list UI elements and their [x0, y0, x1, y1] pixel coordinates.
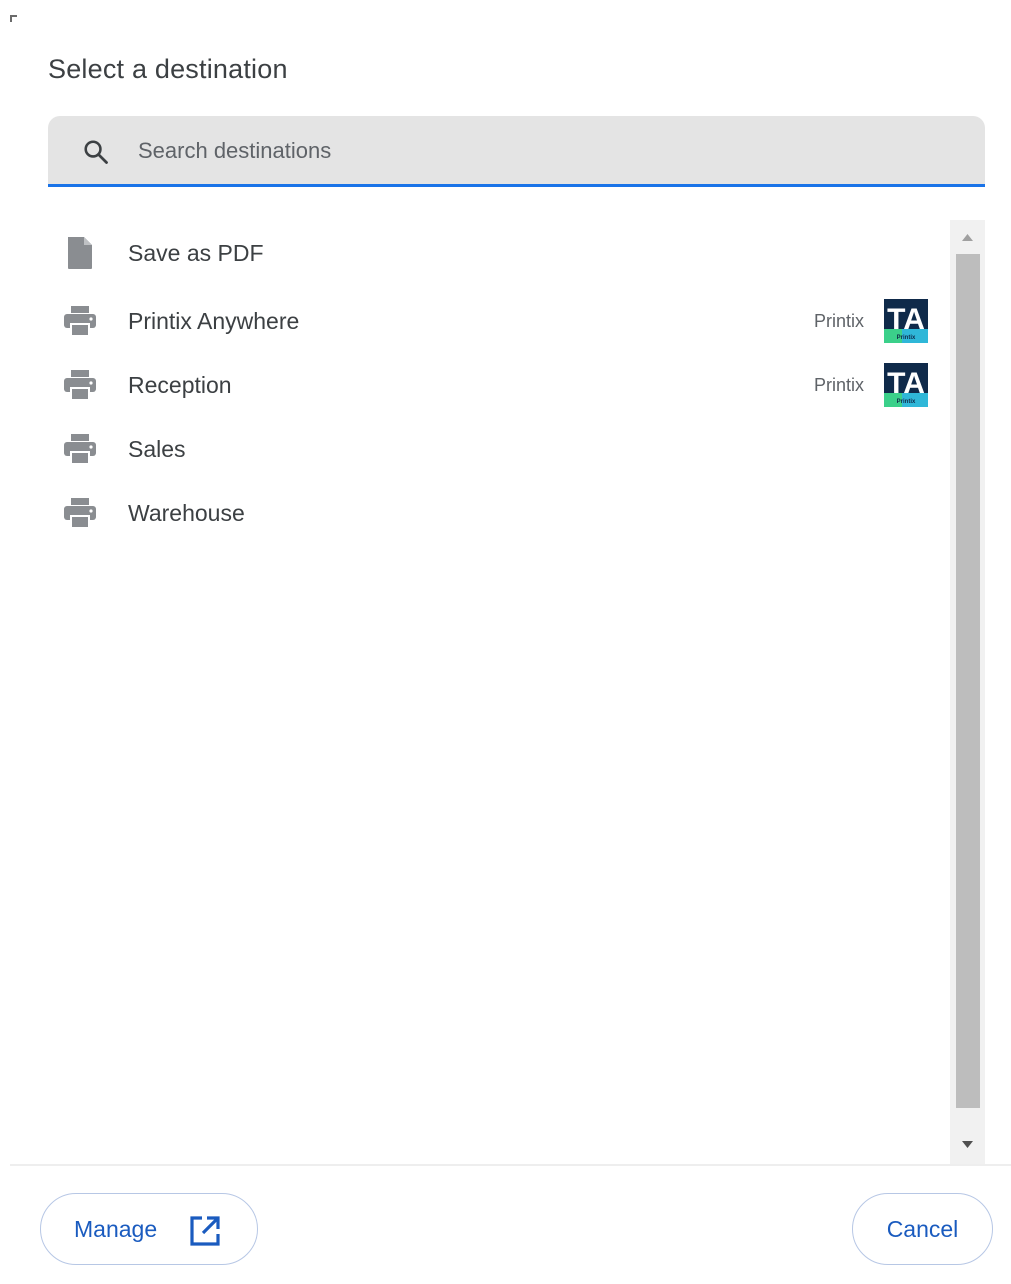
destination-list: Save as PDF Printix Anywhere Printix TA: [48, 220, 948, 1164]
cancel-button-label: Cancel: [886, 1215, 959, 1242]
footer-divider: [10, 1164, 1011, 1166]
scroll-down-arrow-icon[interactable]: [950, 1124, 985, 1164]
ta-printix-logo: TA Printix: [884, 363, 928, 407]
document-icon: [62, 235, 98, 271]
destination-label: Sales: [128, 435, 186, 462]
destination-dialog: Select a destination Save as PDF: [0, 0, 1011, 1284]
logo-subtext: Printix: [897, 335, 916, 341]
list-scrollbar[interactable]: [950, 220, 985, 1164]
manage-button[interactable]: Manage: [40, 1193, 258, 1265]
dialog-title: Select a destination: [48, 54, 288, 84]
open-in-new-icon: [188, 1214, 222, 1248]
destination-label: Warehouse: [128, 499, 245, 526]
search-icon: [82, 138, 110, 166]
destination-label: Reception: [128, 371, 232, 398]
scroll-thumb[interactable]: [956, 254, 980, 1108]
destination-label: Save as PDF: [128, 239, 264, 266]
destination-item-printix-anywhere[interactable]: Printix Anywhere Printix TA Printix: [48, 291, 948, 351]
printer-icon: [62, 431, 98, 467]
printer-icon: [62, 367, 98, 403]
logo-text: TA: [887, 367, 925, 400]
logo-text: TA: [887, 303, 925, 336]
printer-icon: [62, 495, 98, 531]
destination-item-reception[interactable]: Reception Printix TA Printix: [48, 355, 948, 415]
corner-mark: [10, 15, 17, 22]
destination-label: Printix Anywhere: [128, 307, 300, 334]
ta-printix-logo: TA Printix: [884, 299, 928, 343]
provider-label: Printix: [813, 310, 864, 331]
cancel-button[interactable]: Cancel: [852, 1193, 993, 1265]
destination-item-warehouse[interactable]: Warehouse: [48, 483, 948, 543]
destination-item-sales[interactable]: Sales: [48, 419, 948, 479]
provider-label: Printix: [813, 374, 864, 395]
printer-icon: [62, 303, 98, 339]
search-input[interactable]: [136, 130, 960, 172]
scroll-up-arrow-icon[interactable]: [950, 220, 985, 254]
manage-button-label: Manage: [74, 1215, 158, 1242]
destination-item-save-as-pdf[interactable]: Save as PDF: [48, 223, 948, 283]
logo-subtext: Printix: [897, 399, 916, 405]
search-box[interactable]: [48, 116, 985, 187]
